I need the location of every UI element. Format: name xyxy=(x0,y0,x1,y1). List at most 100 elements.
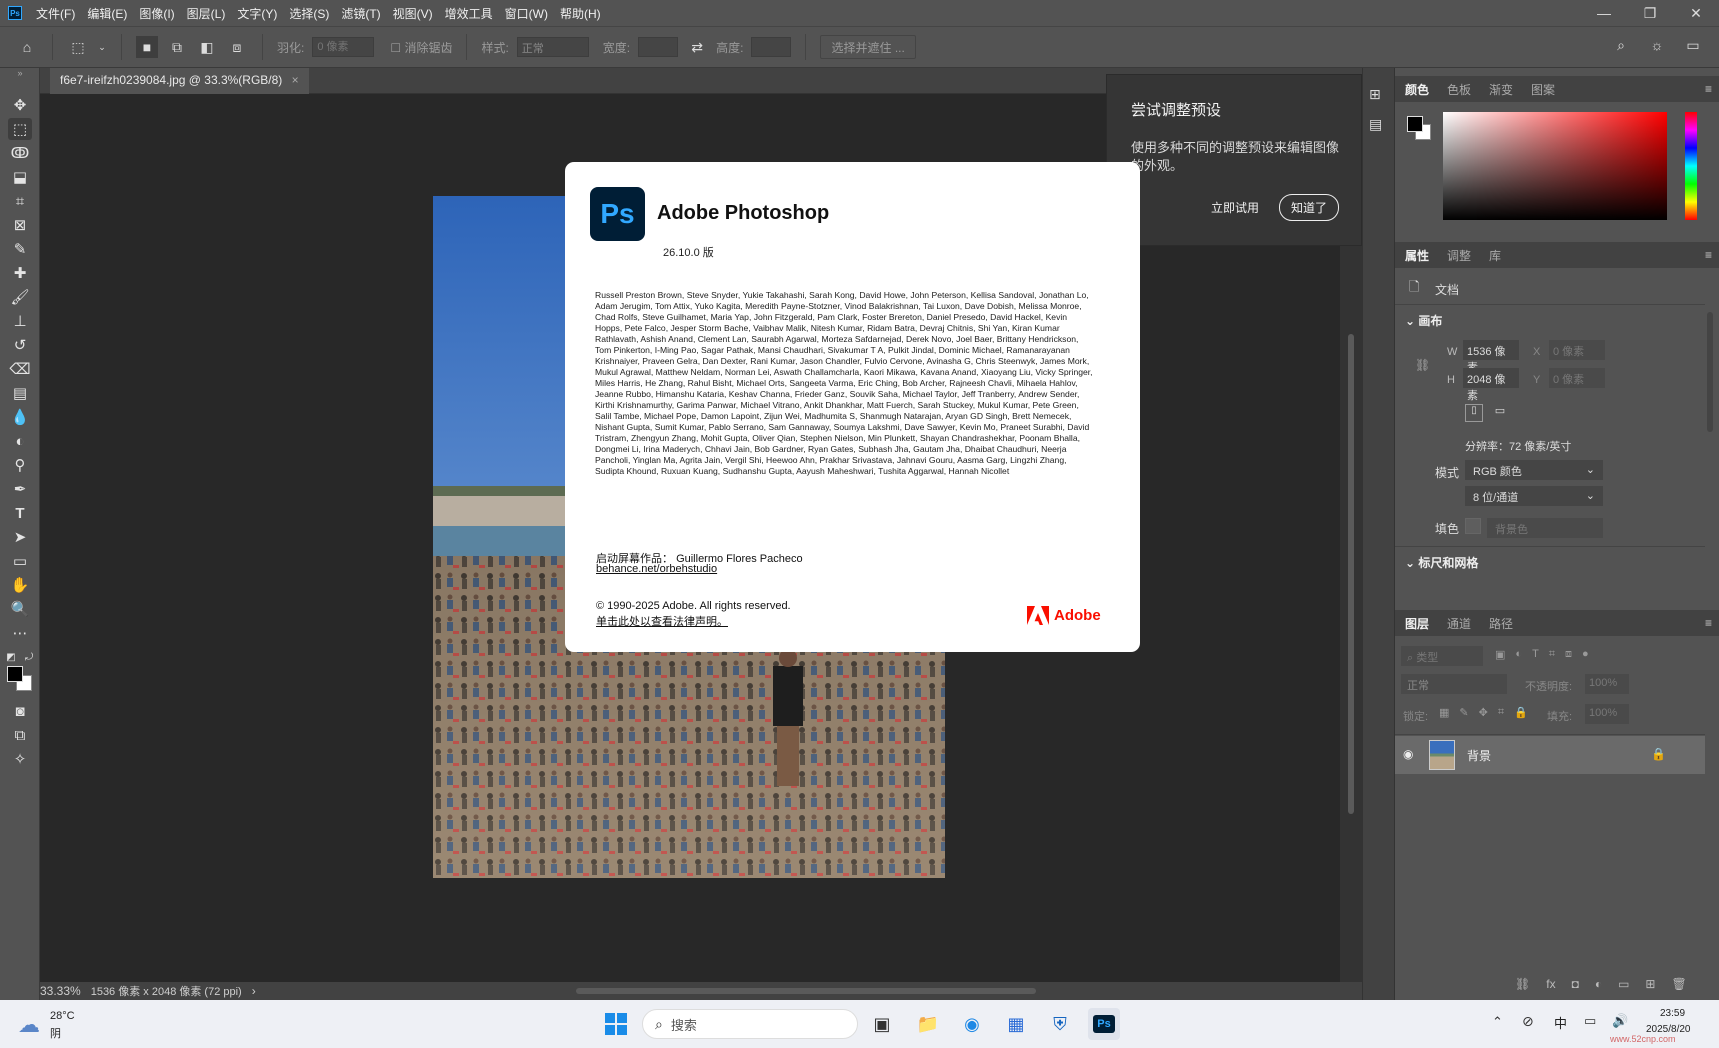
battery-icon[interactable]: ▭ xyxy=(1584,1013,1596,1029)
menu-file[interactable]: 文件(F) xyxy=(30,5,81,22)
crop-tool-icon[interactable]: ⌗ xyxy=(8,190,32,212)
panel-menu-icon[interactable]: ≡ xyxy=(1705,616,1712,630)
tab-gradients[interactable]: 渐变 xyxy=(1489,81,1513,98)
photoshop-taskbar-icon[interactable]: Ps xyxy=(1088,1008,1120,1040)
fx-icon[interactable]: fx xyxy=(1546,977,1555,991)
stamp-tool-icon[interactable]: ⊥ xyxy=(8,310,32,332)
tab-swatches[interactable]: 色板 xyxy=(1447,81,1471,98)
restore-button[interactable]: ❐ xyxy=(1627,0,1673,26)
style-select[interactable]: 正常 xyxy=(516,37,589,57)
bit-depth-select[interactable]: 8 位/通道 ⌄ xyxy=(1465,486,1603,506)
canvas-x-input[interactable]: 0 像素 xyxy=(1549,340,1605,360)
eraser-tool-icon[interactable]: ⌫ xyxy=(8,358,32,380)
status-arrow-icon[interactable]: › xyxy=(252,984,256,998)
tab-adjustments[interactable]: 调整 xyxy=(1447,247,1471,264)
zoom-tool-icon[interactable]: 🔍 xyxy=(8,598,32,620)
blur-tool-icon[interactable]: 💧 xyxy=(8,406,32,428)
tab-patterns[interactable]: 图案 xyxy=(1531,81,1555,98)
swap-colors-icon[interactable]: ⤾ xyxy=(22,646,36,668)
filter-toggle-icon[interactable]: ● xyxy=(1582,648,1589,661)
foreground-color-swatch[interactable] xyxy=(7,666,23,682)
cloud-weather-icon[interactable]: ☁ xyxy=(18,1012,40,1038)
adjustments-icon[interactable]: ⊞ xyxy=(1369,86,1381,103)
link-icon[interactable]: ⛓ xyxy=(1415,358,1430,372)
close-tab-icon[interactable]: × xyxy=(292,73,299,87)
menu-image[interactable]: 图像(I) xyxy=(133,5,180,22)
add-mask-icon[interactable]: ◘ xyxy=(1572,977,1579,991)
new-selection-icon[interactable]: ■ xyxy=(136,36,158,58)
weather-temp[interactable]: 28°C xyxy=(50,1010,75,1022)
dodge-tool-icon[interactable]: ◐ xyxy=(8,430,32,452)
screen-mode-icon[interactable]: ⧉ xyxy=(8,724,32,746)
tab-libraries[interactable]: 库 xyxy=(1489,247,1501,264)
feather-input[interactable] xyxy=(312,37,375,57)
rulers-section-header[interactable]: ⌄ 标尺和网格 xyxy=(1405,554,1478,571)
try-now-link[interactable]: 立即试用 xyxy=(1211,199,1259,216)
type-filter-icon[interactable]: T xyxy=(1532,648,1539,661)
object-select-tool-icon[interactable]: ⬓ xyxy=(8,166,32,188)
clock-time[interactable]: 23:59 xyxy=(1660,1008,1685,1019)
link-layers-icon[interactable]: ⛓ xyxy=(1515,977,1530,991)
collapse-icon[interactable]: » xyxy=(8,68,32,78)
adjustment-filter-icon[interactable]: ◐ xyxy=(1515,648,1522,661)
width-input[interactable] xyxy=(638,37,679,57)
canvas-width-input[interactable]: 1536 像素 xyxy=(1463,340,1519,374)
tab-color[interactable]: 颜色 xyxy=(1405,81,1429,98)
swap-icon[interactable]: ⇄ xyxy=(686,36,708,58)
pixel-filter-icon[interactable]: ▣ xyxy=(1495,648,1505,661)
pen-tool-icon[interactable]: ✒ xyxy=(8,478,32,500)
lightbulb-icon[interactable]: ☼ xyxy=(1646,34,1668,56)
taskbar-search[interactable]: ⌕ 搜索 xyxy=(642,1009,858,1039)
properties-scrollbar[interactable] xyxy=(1707,312,1713,432)
minimize-button[interactable]: — xyxy=(1581,0,1627,26)
search-icon[interactable]: ⌕ xyxy=(1610,34,1632,56)
layer-filter-select[interactable]: ⌕ 类型 xyxy=(1401,646,1483,666)
lasso-tool-icon[interactable]: ↂ xyxy=(8,142,32,164)
menu-plugins[interactable]: 增效工具 xyxy=(439,5,499,22)
chevron-up-icon[interactable]: ⌃ xyxy=(1492,1014,1503,1030)
lock-pixels-icon[interactable]: ✎ xyxy=(1459,706,1468,719)
menu-filter[interactable]: 滤镜(T) xyxy=(335,5,386,22)
marquee-tool-icon[interactable]: ⬚ xyxy=(8,118,32,140)
color-picker-field[interactable] xyxy=(1443,112,1667,220)
healing-tool-icon[interactable]: ✚ xyxy=(8,262,32,284)
rectangle-tool-icon[interactable]: ▭ xyxy=(8,550,32,572)
eyedropper-tool-icon[interactable]: ✎ xyxy=(8,238,32,260)
frame-tool-icon[interactable]: ⊠ xyxy=(8,214,32,236)
store-icon[interactable]: ▦ xyxy=(1000,1008,1032,1040)
lock-position-icon[interactable]: ✥ xyxy=(1479,706,1488,719)
add-selection-icon[interactable]: ⧉ xyxy=(166,36,188,58)
fill-swatch[interactable] xyxy=(1465,518,1481,534)
fill-opacity-input[interactable]: 100% xyxy=(1585,704,1629,724)
hue-slider[interactable] xyxy=(1685,112,1697,220)
height-input[interactable] xyxy=(751,37,792,57)
intersect-selection-icon[interactable]: ⧈ xyxy=(226,36,248,58)
more-tools-icon[interactable]: ⋯ xyxy=(8,622,32,644)
tab-channels[interactable]: 通道 xyxy=(1447,615,1471,632)
quick-mask-icon[interactable]: ◙ xyxy=(8,700,32,722)
generative-icon[interactable]: ✧ xyxy=(8,748,32,770)
security-icon[interactable]: ⛨ xyxy=(1044,1008,1076,1040)
type-tool-icon[interactable]: T xyxy=(8,502,32,524)
panel-menu-icon[interactable]: ≡ xyxy=(1705,248,1712,262)
antialias-checkbox[interactable]: ☐ 消除锯齿 xyxy=(390,39,452,56)
lock-all-icon[interactable]: 🔒 xyxy=(1514,706,1528,719)
smart-object-filter-icon[interactable]: ⧈ xyxy=(1565,648,1572,661)
vertical-scroll-thumb[interactable] xyxy=(1348,334,1354,814)
menu-window[interactable]: 窗口(W) xyxy=(499,5,554,22)
select-and-mask-button[interactable]: 选择并遮住 ... xyxy=(820,35,916,59)
tab-layers[interactable]: 图层 xyxy=(1405,615,1429,632)
menu-help[interactable]: 帮助(H) xyxy=(554,5,607,22)
lock-artboard-icon[interactable]: ⌗ xyxy=(1498,706,1504,719)
task-view-icon[interactable]: ▣ xyxy=(866,1008,898,1040)
tab-properties[interactable]: 属性 xyxy=(1405,247,1429,264)
mode-select[interactable]: RGB 颜色 ⌄ xyxy=(1465,460,1603,480)
delete-layer-icon[interactable]: 🗑 xyxy=(1671,977,1686,991)
zoom-level[interactable]: 33.33% xyxy=(40,984,81,998)
menu-type[interactable]: 文字(Y) xyxy=(231,5,283,22)
group-icon[interactable]: ▭ xyxy=(1618,977,1629,991)
gradient-tool-icon[interactable]: ▤ xyxy=(8,382,32,404)
home-icon[interactable]: ⌂ xyxy=(16,36,38,58)
opacity-input[interactable]: 100% xyxy=(1585,674,1629,694)
canvas-y-input[interactable]: 0 像素 xyxy=(1549,368,1605,388)
